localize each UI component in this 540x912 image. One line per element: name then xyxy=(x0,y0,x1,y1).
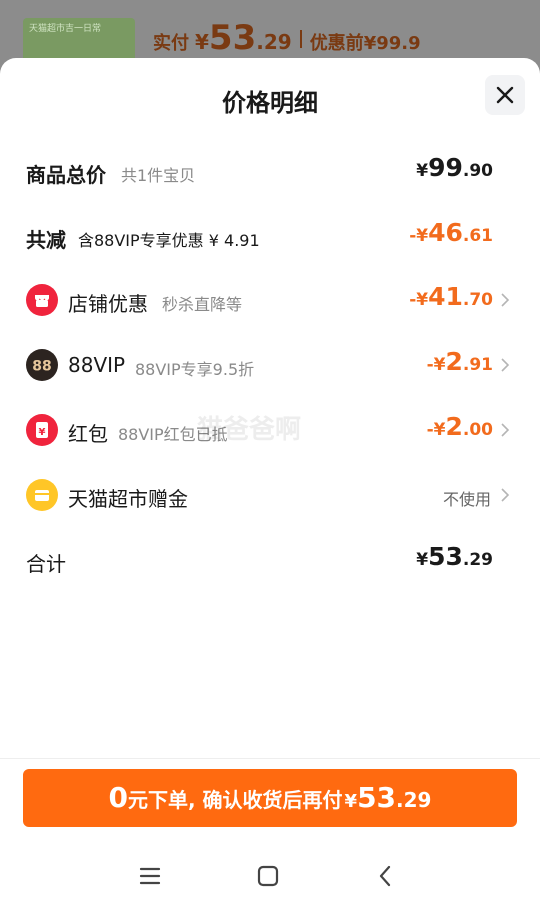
chevron-right-icon xyxy=(501,488,510,502)
sum-amount: ¥53.29 xyxy=(416,542,493,571)
original-price-label: 优惠前 xyxy=(309,33,364,54)
shop-icon xyxy=(26,284,58,316)
divider xyxy=(299,30,302,48)
tmall-gift-icon xyxy=(26,479,58,511)
row-sum: 合计 ¥53.29 xyxy=(0,540,540,580)
red-packet-amount: -¥2.00 xyxy=(427,412,493,441)
amount-decimal: .61 xyxy=(462,226,493,246)
chevron-right-icon xyxy=(501,423,510,437)
bottom-divider xyxy=(0,758,540,759)
row-88vip[interactable]: 88 88VIP 88VIP专享9.5折 -¥2.91 xyxy=(0,345,540,385)
sheet-title: 价格明细 xyxy=(222,89,318,117)
sum-label: 合计 xyxy=(26,552,66,576)
pay-integer: 53 xyxy=(357,781,397,814)
row-total: 商品总价 共1件宝贝 ¥99.90 xyxy=(0,151,540,191)
88vip-amount: -¥2.91 xyxy=(427,347,493,376)
watermark: 猫爸爸啊 xyxy=(197,415,302,445)
reduction-amount: -¥46.61 xyxy=(409,218,493,247)
amount-integer: 46 xyxy=(428,218,463,247)
amount-integer: 2 xyxy=(445,347,463,376)
total-sub: 共1件宝贝 xyxy=(121,166,196,185)
paid-label: 实付 xyxy=(153,33,189,54)
88vip-icon: 88 xyxy=(26,349,58,381)
currency: ¥ xyxy=(416,161,429,181)
shop-discount-label: 店铺优惠 xyxy=(68,292,148,316)
place-order-button[interactable]: 0元下单, 确认收货后再付 ¥53.29 xyxy=(23,769,517,827)
currency: -¥ xyxy=(426,420,446,440)
close-button[interactable] xyxy=(485,75,525,115)
reduction-label: 共减 xyxy=(26,228,66,252)
currency: -¥ xyxy=(409,290,429,310)
amount-integer: 99 xyxy=(428,153,463,182)
88vip-icon-text: 88 xyxy=(32,359,51,375)
home-icon[interactable] xyxy=(256,864,280,888)
original-price-value: ¥99.9 xyxy=(363,33,421,54)
pay-currency: ¥ xyxy=(344,791,358,812)
paid-currency: ¥ xyxy=(195,30,209,54)
amount-decimal: .29 xyxy=(462,550,493,570)
amount-integer: 53 xyxy=(428,542,463,571)
amount-integer: 2 xyxy=(445,412,463,441)
row-tmall-gift[interactable]: 天猫超市赠金 不使用 xyxy=(0,475,540,515)
amount-decimal: .70 xyxy=(462,290,493,310)
pay-text: 元下单, 确认收货后再付 xyxy=(127,788,343,812)
amount-decimal: .91 xyxy=(462,355,493,375)
red-packet-label: 红包 xyxy=(68,422,108,446)
chevron-right-icon xyxy=(501,358,510,372)
paid-decimal: .29 xyxy=(256,30,292,54)
currency: -¥ xyxy=(409,226,429,246)
88vip-sub: 88VIP专享9.5折 xyxy=(135,360,255,379)
paid-integer: 53 xyxy=(208,18,257,58)
88vip-label: 88VIP xyxy=(68,353,126,377)
shop-discount-sub: 秒杀直降等 xyxy=(162,295,243,314)
row-shop-discount[interactable]: 店铺优惠 秒杀直降等 -¥41.70 xyxy=(0,280,540,320)
row-reduction: 共减 含88VIP专享优惠 ¥ 4.91 -¥46.61 xyxy=(0,216,540,256)
chevron-right-icon xyxy=(501,293,510,307)
shop-discount-amount: -¥41.70 xyxy=(409,282,493,311)
amount-decimal: .90 xyxy=(462,161,493,181)
total-amount: ¥99.90 xyxy=(416,153,493,182)
pay-zero: 0 xyxy=(108,781,128,814)
system-navbar xyxy=(0,840,540,912)
currency: ¥ xyxy=(416,550,429,570)
red-packet-icon: ¥ xyxy=(26,414,58,446)
tmall-gift-value: 不使用 xyxy=(442,490,491,509)
paid-summary: 实付 ¥53.29 优惠前¥99.9 xyxy=(153,18,421,58)
pay-decimal: .29 xyxy=(396,788,432,812)
product-thumbnail-text: 天猫超市吉一日常 xyxy=(29,24,102,34)
amount-decimal: .00 xyxy=(462,420,493,440)
red-packet-icon-text: ¥ xyxy=(39,427,46,438)
currency: -¥ xyxy=(426,355,446,375)
close-icon xyxy=(496,86,514,104)
back-icon[interactable] xyxy=(374,864,398,888)
total-label: 商品总价 xyxy=(26,163,106,187)
tmall-gift-label: 天猫超市赠金 xyxy=(68,487,188,511)
reduction-sub: 含88VIP专享优惠 ¥ 4.91 xyxy=(78,231,260,250)
menu-icon[interactable] xyxy=(138,864,162,888)
amount-integer: 41 xyxy=(428,282,463,311)
